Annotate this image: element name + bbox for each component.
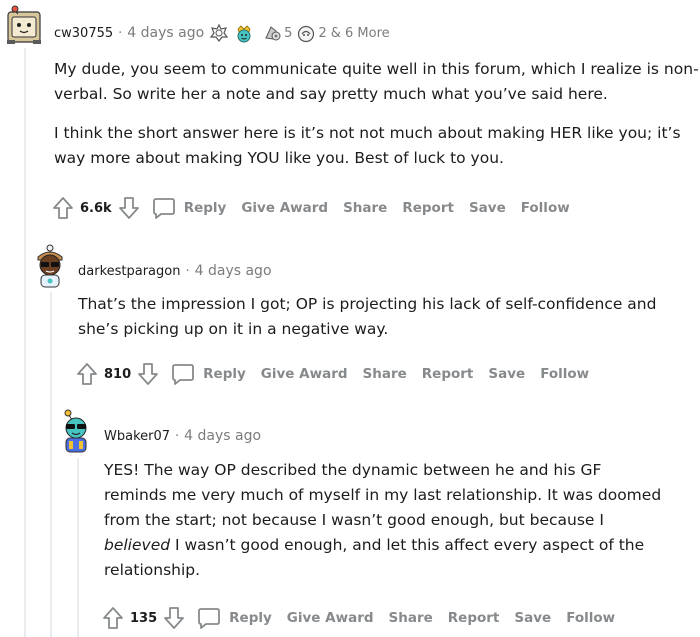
- downvote-icon[interactable]: [118, 196, 140, 220]
- reply-button[interactable]: Reply: [184, 200, 227, 216]
- timestamp[interactable]: 4 days ago: [195, 263, 272, 279]
- thread-line[interactable]: [50, 292, 52, 637]
- comment-header: Wbaker07 · 4 days ago: [104, 423, 261, 449]
- vote-score: 6.6k: [80, 200, 112, 216]
- helpful-award-icon[interactable]: [296, 23, 316, 43]
- share-button[interactable]: Share: [363, 366, 407, 382]
- upvote-icon[interactable]: [76, 362, 98, 386]
- give-award-button[interactable]: Give Award: [261, 366, 348, 382]
- award-count: 2: [318, 25, 327, 41]
- award-count: 5: [284, 25, 293, 41]
- timestamp[interactable]: 4 days ago: [127, 25, 204, 41]
- comment-bubble-icon[interactable]: [197, 607, 221, 629]
- reply-button[interactable]: Reply: [203, 366, 246, 382]
- vote-score: 135: [130, 610, 158, 626]
- username[interactable]: Wbaker07: [104, 429, 170, 444]
- upvote-icon[interactable]: [52, 196, 74, 220]
- username[interactable]: darkestparagon: [78, 264, 180, 279]
- user-avatar[interactable]: [5, 4, 43, 46]
- thread-line[interactable]: [24, 48, 26, 637]
- save-button[interactable]: Save: [514, 610, 551, 626]
- upvote-icon[interactable]: [102, 606, 124, 630]
- share-button[interactable]: Share: [343, 200, 387, 216]
- follow-button[interactable]: Follow: [521, 200, 570, 216]
- follow-button[interactable]: Follow: [566, 610, 615, 626]
- report-button[interactable]: Report: [448, 610, 500, 626]
- report-button[interactable]: Report: [422, 366, 474, 382]
- thread-line[interactable]: [77, 458, 79, 637]
- separator: ·: [185, 263, 190, 279]
- comment-body: That’s the impression I got; OP is proje…: [78, 292, 698, 342]
- share-button[interactable]: Share: [389, 610, 433, 626]
- comment-paragraph: YES! The way OP described the dynamic be…: [104, 458, 664, 583]
- user-avatar[interactable]: [32, 243, 68, 289]
- give-award-button[interactable]: Give Award: [241, 200, 328, 216]
- text-run: YES! The way OP described the dynamic be…: [104, 461, 662, 529]
- downvote-icon[interactable]: [163, 606, 185, 630]
- follow-button[interactable]: Follow: [540, 366, 589, 382]
- wholesome-seal-icon[interactable]: [209, 23, 229, 43]
- comment-actions: 6.6k Reply Give Award Share Report Save …: [52, 194, 585, 222]
- comment-bubble-icon[interactable]: [171, 363, 195, 385]
- comment-actions: 135 Reply Give Award Share Report Save F…: [102, 604, 630, 632]
- report-button[interactable]: Report: [402, 200, 454, 216]
- comment-actions: 810 Reply Give Award Share Report Save F…: [76, 360, 604, 388]
- comment-paragraph: I think the short answer here is it’s no…: [54, 124, 681, 167]
- comment-body: YES! The way OP described the dynamic be…: [104, 458, 664, 583]
- comment-body: My dude, you seem to communicate quite w…: [54, 57, 699, 171]
- more-awards-link[interactable]: & 6 More: [331, 26, 390, 41]
- user-avatar[interactable]: [58, 408, 94, 454]
- text-run: I wasn’t good enough, and let this affec…: [104, 536, 645, 579]
- rocket-like-award-icon[interactable]: [262, 23, 282, 43]
- timestamp[interactable]: 4 days ago: [184, 428, 261, 444]
- downvote-icon[interactable]: [137, 362, 159, 386]
- username[interactable]: cw30755: [54, 26, 113, 41]
- vote-score: 810: [104, 366, 132, 382]
- separator: ·: [175, 428, 180, 444]
- comment-header: cw30755 · 4 days ago 5 2 & 6 More: [54, 20, 390, 46]
- crown-face-award-icon[interactable]: [234, 23, 254, 43]
- save-button[interactable]: Save: [469, 200, 506, 216]
- separator: ·: [118, 25, 123, 41]
- save-button[interactable]: Save: [488, 366, 525, 382]
- comment-paragraph: That’s the impression I got; OP is proje…: [78, 295, 657, 338]
- comment-header: darkestparagon · 4 days ago: [78, 258, 272, 284]
- emphasis-text: believed: [104, 536, 171, 554]
- reply-button[interactable]: Reply: [229, 610, 272, 626]
- comment-bubble-icon[interactable]: [152, 197, 176, 219]
- give-award-button[interactable]: Give Award: [287, 610, 374, 626]
- comment-paragraph: My dude, you seem to communicate quite w…: [54, 60, 699, 103]
